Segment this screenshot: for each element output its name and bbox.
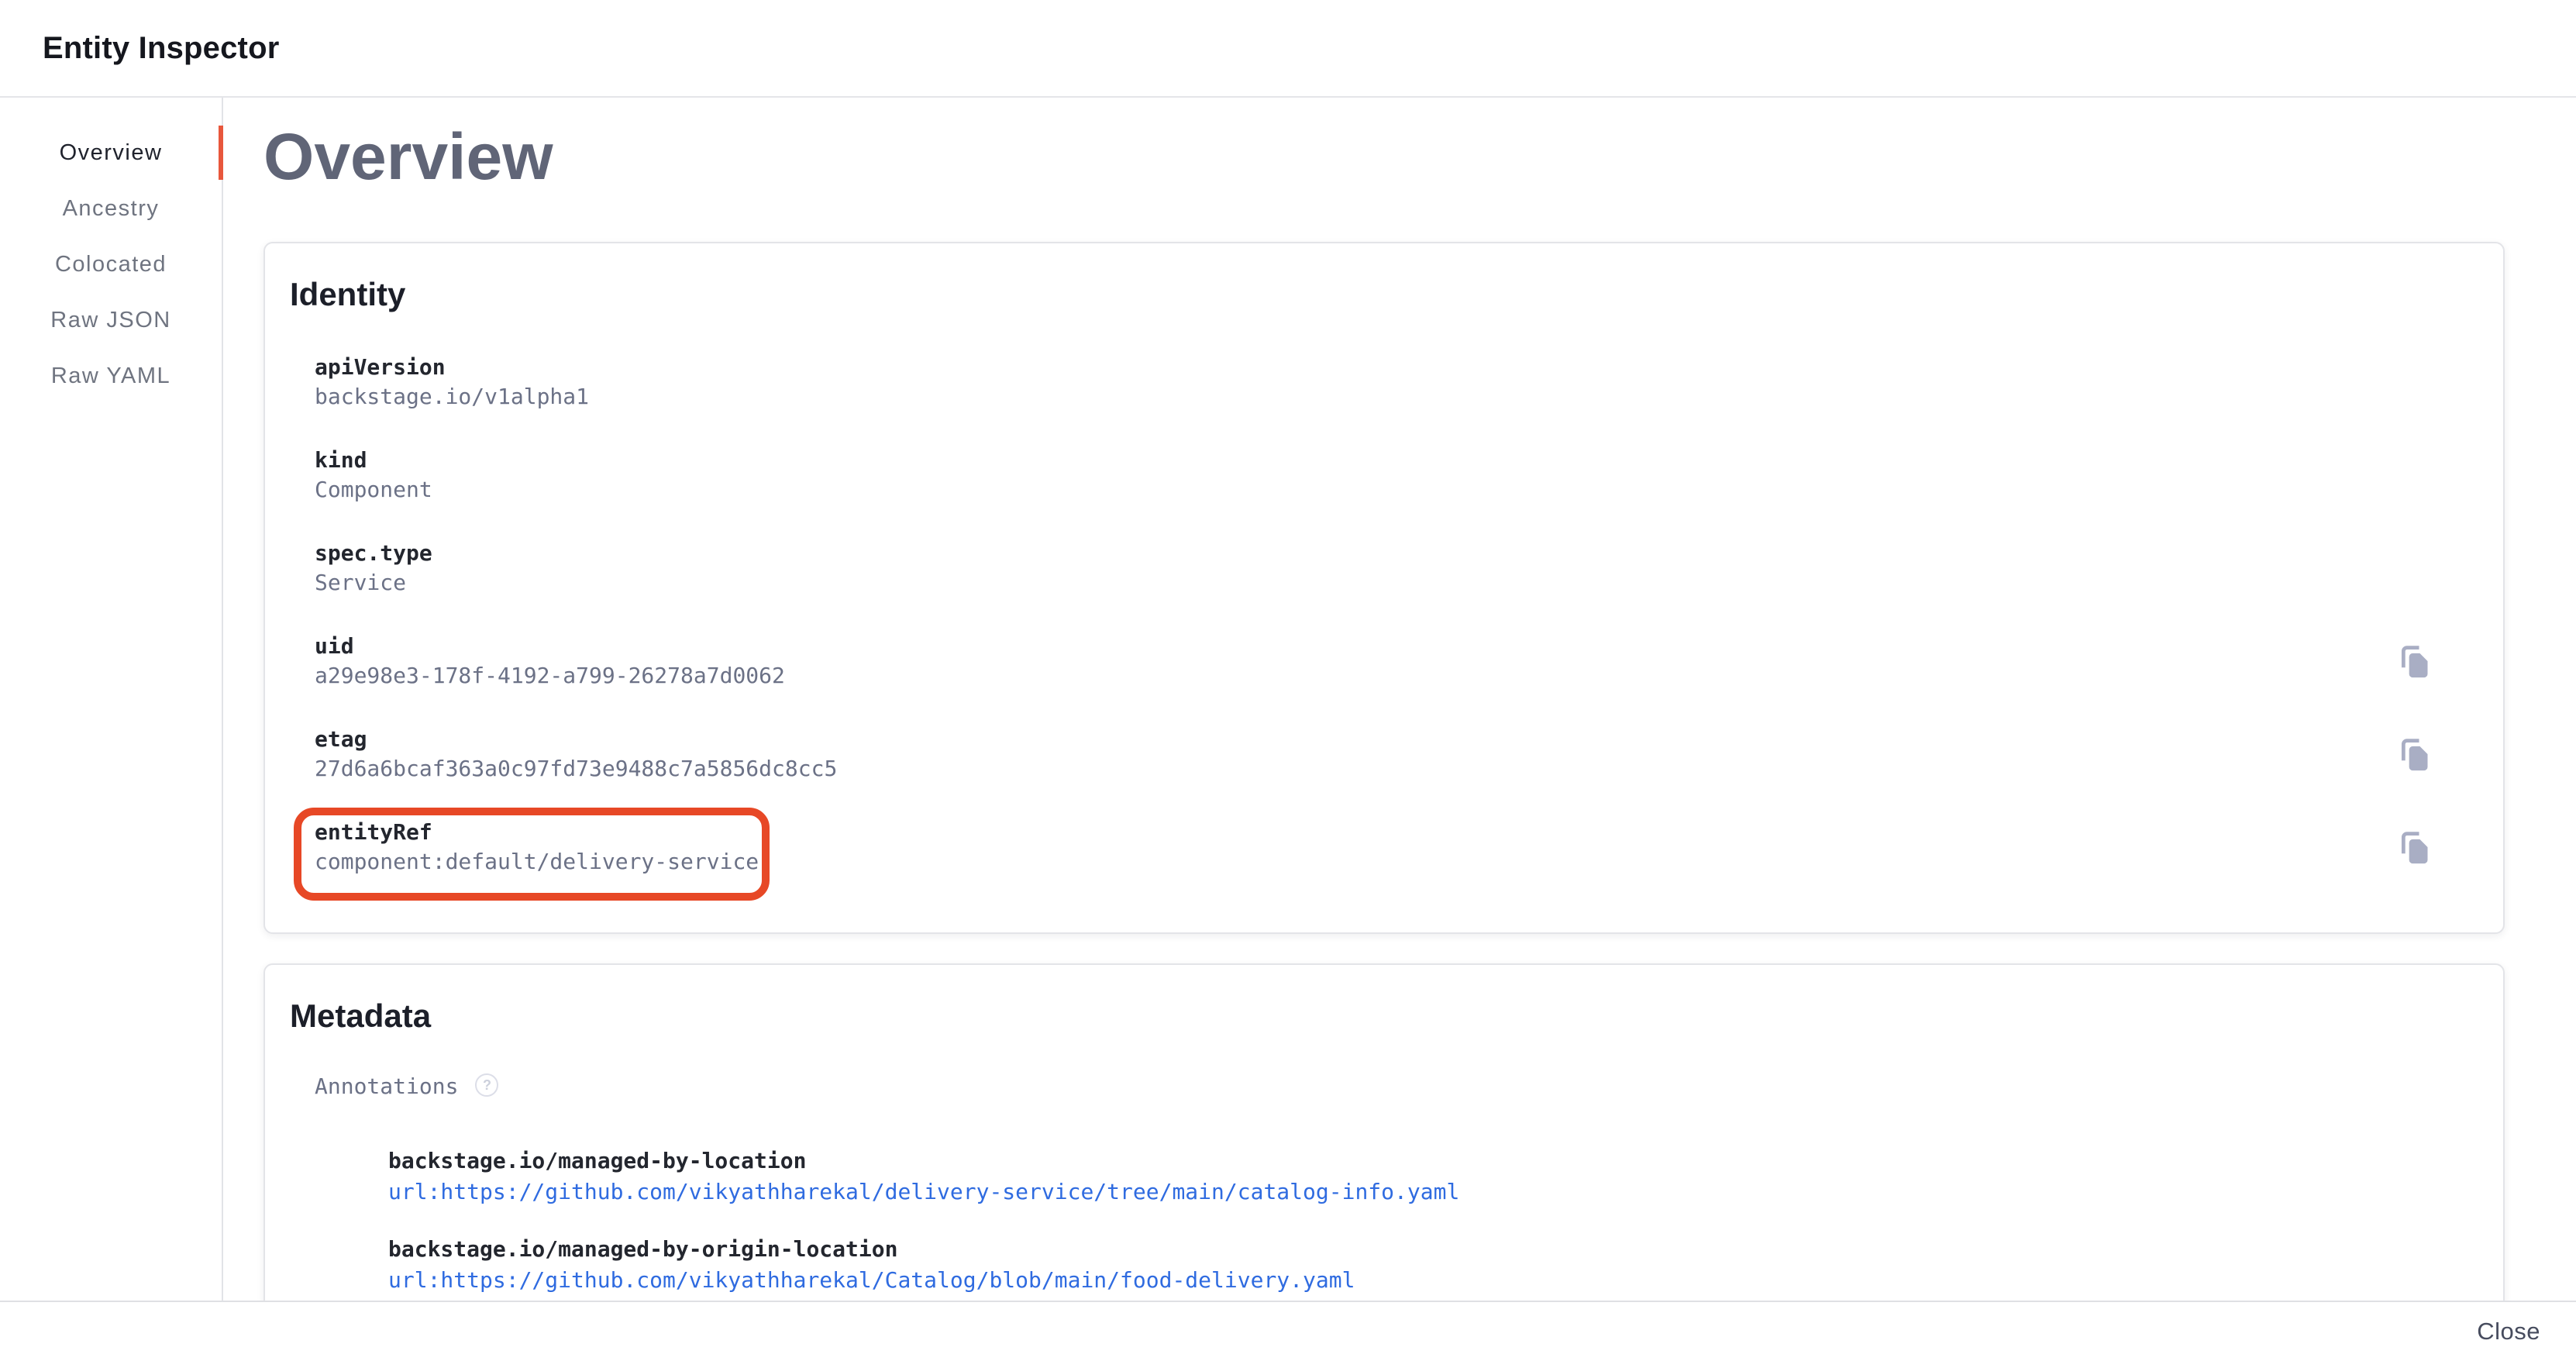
field-row-entityref: entityRef component:default/delivery-ser… [315, 818, 2432, 877]
field-kind-value: Component [315, 475, 432, 505]
field-row-uid: uid a29e98e3-178f-4192-a799-26278a7d0062 [315, 632, 2432, 691]
dialog-footer: Close [0, 1301, 2576, 1361]
field-entityref-value: component:default/delivery-service [315, 847, 759, 877]
tab-ancestry[interactable]: Ancestry [0, 181, 222, 236]
field-kind: kind Component [315, 446, 432, 505]
annotations-section-label: Annotations [315, 1072, 458, 1101]
copy-icon [2398, 736, 2432, 773]
field-entityref-label: entityRef [315, 818, 759, 847]
annotation-link[interactable]: url:https://github.com/vikyathharekal/Ca… [388, 1266, 2432, 1295]
dialog-header: Entity Inspector [0, 0, 2576, 98]
field-kind-label: kind [315, 446, 432, 475]
field-spec-type-value: Service [315, 568, 432, 598]
identity-fields: apiVersion backstage.io/v1alpha1 kind Co… [315, 353, 2432, 877]
dialog-body: Overview Ancestry Colocated Raw JSON Raw… [0, 98, 2576, 1301]
tab-colocated-label: Colocated [55, 252, 167, 277]
annotation-entry-managed-by-location: backstage.io/managed-by-location url:htt… [388, 1146, 2432, 1207]
field-etag-label: etag [315, 725, 837, 754]
field-entityref: entityRef component:default/delivery-ser… [315, 818, 759, 877]
identity-card: Identity apiVersion backstage.io/v1alpha… [263, 242, 2505, 934]
field-apiversion: apiVersion backstage.io/v1alpha1 [315, 353, 589, 412]
tab-raw-json-label: Raw JSON [50, 308, 170, 333]
field-etag-value: 27d6a6bcaf363a0c97fd73e9488c7a5856dc8cc5 [315, 754, 837, 784]
tab-raw-yaml-label: Raw YAML [51, 364, 170, 389]
copy-entityref-button[interactable] [2398, 829, 2432, 866]
active-tab-indicator [219, 126, 223, 180]
field-uid: uid a29e98e3-178f-4192-a799-26278a7d0062 [315, 632, 785, 691]
tab-overview[interactable]: Overview [0, 125, 222, 181]
field-apiversion-value: backstage.io/v1alpha1 [315, 382, 589, 412]
copy-icon [2398, 643, 2432, 680]
field-spec-type: spec.type Service [315, 539, 432, 598]
tab-colocated[interactable]: Colocated [0, 236, 222, 292]
sidebar-tabs: Overview Ancestry Colocated Raw JSON Raw… [0, 98, 223, 1301]
field-etag: etag 27d6a6bcaf363a0c97fd73e9488c7a5856d… [315, 725, 837, 784]
copy-uid-button[interactable] [2398, 643, 2432, 680]
field-spec-type-label: spec.type [315, 539, 432, 568]
tab-raw-json[interactable]: Raw JSON [0, 292, 222, 348]
page-title: Overview [263, 124, 2503, 189]
metadata-card-title: Metadata [290, 999, 2432, 1033]
annotation-entry-managed-by-origin-location: backstage.io/managed-by-origin-location … [388, 1235, 2432, 1295]
field-apiversion-label: apiVersion [315, 353, 589, 382]
copy-icon [2398, 829, 2432, 866]
entity-inspector-dialog: Entity Inspector Overview Ancestry Coloc… [0, 0, 2576, 1361]
tab-overview-label: Overview [60, 140, 163, 166]
field-row-kind: kind Component [315, 446, 2432, 505]
metadata-card: Metadata Annotations ? backstage.io/mana… [263, 963, 2505, 1301]
field-row-spec-type: spec.type Service [315, 539, 2432, 598]
dialog-title: Entity Inspector [43, 31, 279, 66]
close-button[interactable]: Close [2463, 1307, 2554, 1356]
annotation-link[interactable]: url:https://github.com/vikyathharekal/de… [388, 1177, 2432, 1207]
field-row-apiversion: apiVersion backstage.io/v1alpha1 [315, 353, 2432, 412]
field-uid-label: uid [315, 632, 785, 661]
copy-etag-button[interactable] [2398, 736, 2432, 773]
overview-panel: Overview Identity apiVersion backstage.i… [223, 98, 2576, 1301]
field-row-etag: etag 27d6a6bcaf363a0c97fd73e9488c7a5856d… [315, 725, 2432, 784]
annotation-entries: backstage.io/managed-by-location url:htt… [388, 1146, 2432, 1295]
identity-card-title: Identity [290, 277, 2432, 312]
tab-raw-yaml[interactable]: Raw YAML [0, 348, 222, 404]
annotation-key: backstage.io/managed-by-location [388, 1146, 2432, 1176]
annotation-key: backstage.io/managed-by-origin-location [388, 1235, 2432, 1264]
help-icon[interactable]: ? [475, 1073, 498, 1097]
annotations-section: Annotations ? [315, 1072, 2432, 1101]
tab-ancestry-label: Ancestry [63, 196, 160, 222]
field-uid-value: a29e98e3-178f-4192-a799-26278a7d0062 [315, 661, 785, 691]
